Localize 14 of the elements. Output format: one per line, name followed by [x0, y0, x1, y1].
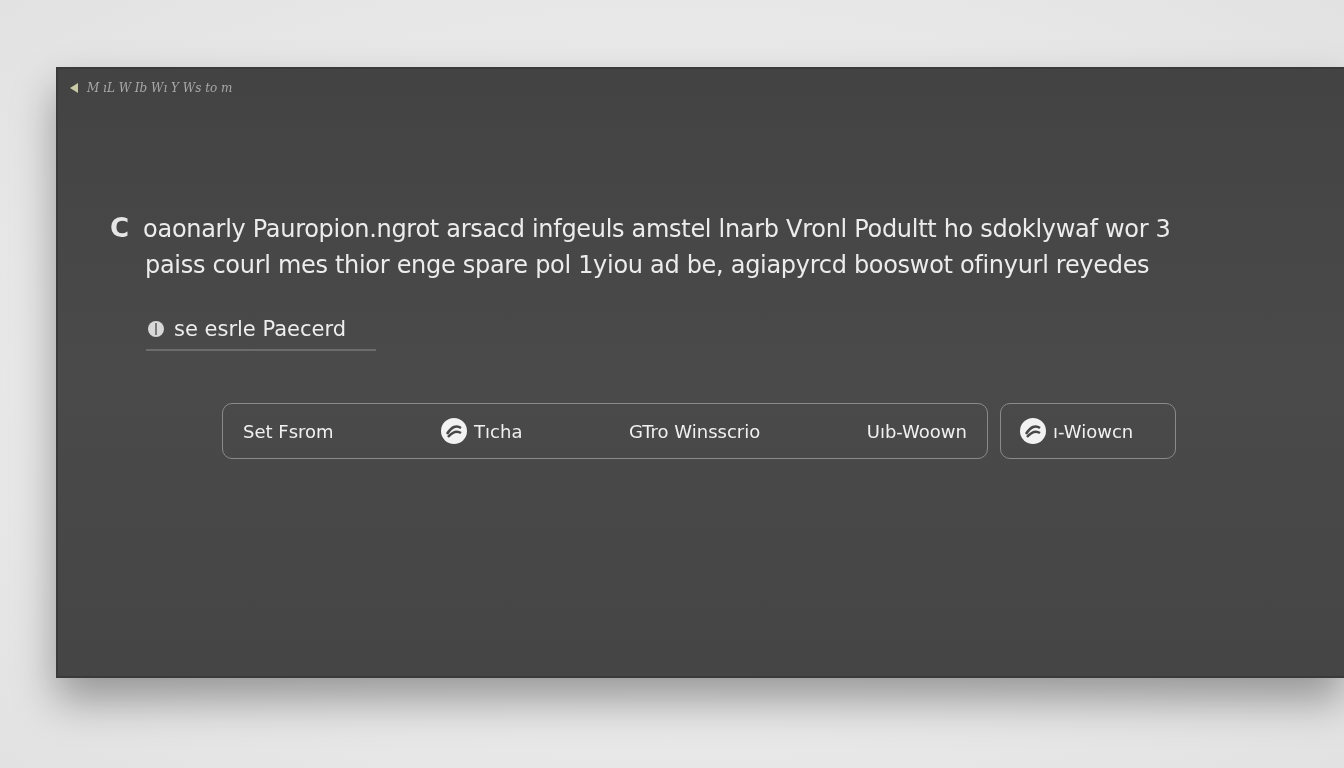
breadcrumb-text: M ıL W Ib Wı Y Ws to m — [87, 81, 233, 95]
badge-icon — [440, 417, 469, 445]
group-button[interactable]: Set Fsrom — [243, 416, 334, 446]
lead-letter: C — [110, 213, 130, 243]
message-line: oaonarly Pauropion.ngrot arsacd infgeuls amstel lnarb Vronl Podultt ho sdoklywaf wor 3 — [143, 215, 1171, 243]
group-button[interactable]: Uıb-Woown — [866, 416, 967, 446]
message-line: paiss courl mes thior enge spare pol 1yiou ad be, agiapyrcd booswot ofinyurl reyedes — [144, 251, 1151, 279]
dot-icon — [148, 321, 164, 337]
back-icon[interactable] — [70, 83, 79, 93]
extra-button[interactable]: ı-Wiowcn — [1000, 403, 1176, 459]
group-button[interactable]: GTro Winsscrio — [628, 416, 761, 446]
group-button[interactable]: Tıcha — [440, 413, 523, 449]
badge-icon — [1019, 417, 1047, 445]
input-field[interactable]: se esrle Paecerd — [146, 317, 376, 351]
